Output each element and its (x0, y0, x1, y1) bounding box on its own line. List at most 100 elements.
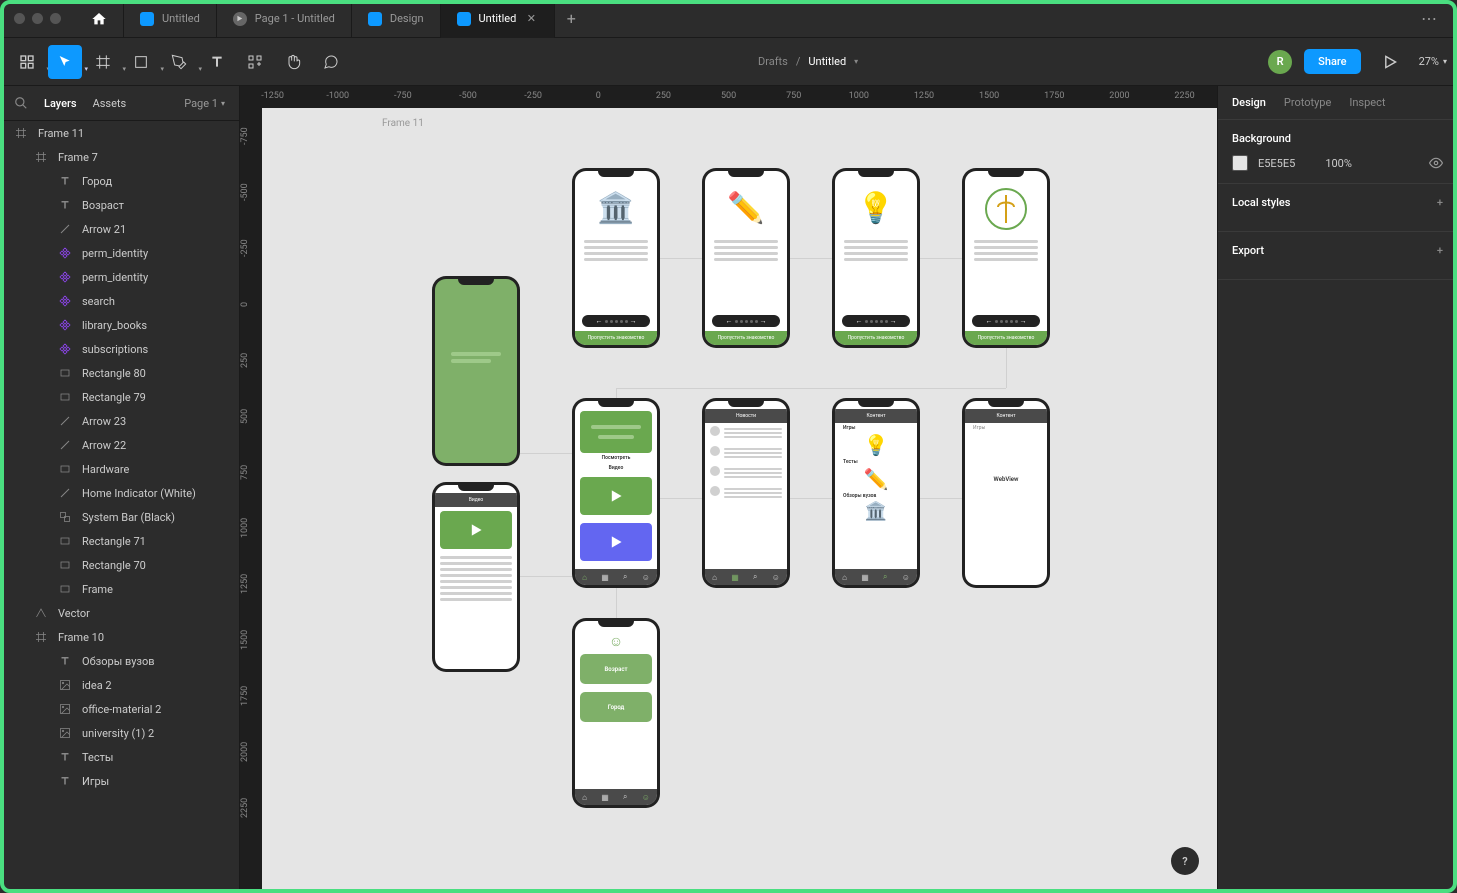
pencil-icon: ✏️ (864, 467, 889, 491)
text-icon (58, 774, 72, 788)
layer-name: Frame (82, 583, 113, 596)
color-hex[interactable]: E5E5E5 (1258, 157, 1295, 170)
layer-row[interactable]: Rectangle 80 (0, 361, 239, 385)
layer-row[interactable]: Rectangle 70 (0, 553, 239, 577)
visibility-icon[interactable] (1429, 156, 1443, 170)
inspect-tab[interactable]: Inspect (1349, 96, 1385, 109)
layer-row[interactable]: subscriptions (0, 337, 239, 361)
layer-row[interactable]: Rectangle 71 (0, 529, 239, 553)
layer-row[interactable]: Город (0, 169, 239, 193)
layers-tab[interactable]: Layers (44, 97, 77, 110)
layer-row[interactable]: Frame (0, 577, 239, 601)
frame-tool[interactable]: ▾ (86, 45, 120, 79)
menu-button[interactable]: ⋯ (1403, 9, 1457, 28)
layer-row[interactable]: Тесты (0, 745, 239, 769)
layer-row[interactable]: Arrow 21 (0, 217, 239, 241)
layer-row[interactable]: office-material 2 (0, 697, 239, 721)
phone-news[interactable]: Новости ⌂▦⌕☺ (702, 398, 790, 588)
plus-icon[interactable]: + (1437, 244, 1443, 257)
layer-row[interactable]: perm_identity (0, 265, 239, 289)
layer-row[interactable]: idea 2 (0, 673, 239, 697)
phone-home[interactable]: Посмотреть Видео ⌂▦⌕☺ (572, 398, 660, 588)
file-tab-2[interactable]: Page 1 - Untitled (217, 0, 352, 38)
layer-name: university (1) 2 (82, 727, 154, 740)
main-menu-button[interactable]: ▾ (10, 45, 44, 79)
move-tool[interactable]: ▾ (48, 45, 82, 79)
layer-row[interactable]: Home Indicator (White) (0, 481, 239, 505)
text-tool[interactable] (200, 45, 234, 79)
shape-tool[interactable]: ▾ (124, 45, 158, 79)
canvas[interactable]: -1250-1000-750-500-250025050075010001250… (240, 86, 1217, 893)
comment-tool[interactable] (314, 45, 348, 79)
line-icon (58, 222, 72, 236)
layer-row[interactable]: Обзоры вузов (0, 649, 239, 673)
file-tab-3[interactable]: Design (352, 0, 441, 38)
phone-onboard-3[interactable]: 💡 ←→ Пропустить знакомство (832, 168, 920, 348)
help-button[interactable]: ? (1171, 847, 1199, 875)
play-icon (580, 477, 652, 515)
bottom-nav: ⌂▦⌕☺ (575, 789, 657, 805)
layer-row[interactable]: Возраст (0, 193, 239, 217)
home-icon (91, 11, 107, 27)
phone-profile[interactable]: ☺ Возраст Город ⌂▦⌕☺ (572, 618, 660, 808)
ruler-horizontal: -1250-1000-750-500-250025050075010001250… (240, 86, 1217, 108)
new-tab-button[interactable]: + (555, 9, 587, 28)
chevron-down-icon[interactable]: ▾ (854, 57, 858, 66)
file-tab-1[interactable]: Untitled (124, 0, 217, 38)
phone-onboard-2[interactable]: ✏️ ←→ Пропустить знакомство (702, 168, 790, 348)
phone-splash[interactable] (432, 276, 520, 466)
phone-onboard-4[interactable]: ←→ Пропустить знакомство (962, 168, 1050, 348)
layer-row[interactable]: System Bar (Black) (0, 505, 239, 529)
comp-icon (58, 246, 72, 260)
phone-video-list[interactable]: Видео (432, 482, 520, 672)
phone-content[interactable]: Контент Игры 💡 Тесты ✏️ Обзоры вузов 🏛️ … (832, 398, 920, 588)
hand-tool[interactable] (276, 45, 310, 79)
layer-row[interactable]: Arrow 23 (0, 409, 239, 433)
zoom-control[interactable]: 27% ▾ (1419, 55, 1447, 68)
color-opacity[interactable]: 100% (1325, 157, 1352, 170)
layer-row[interactable]: Frame 11 (0, 121, 239, 145)
search-icon[interactable] (14, 96, 28, 110)
layer-row[interactable]: Arrow 22 (0, 433, 239, 457)
pen-tool[interactable]: ▾ (162, 45, 196, 79)
prototype-tab[interactable]: Prototype (1284, 96, 1331, 109)
layer-name: Тесты (82, 751, 113, 764)
layer-row[interactable]: Игры (0, 769, 239, 793)
layer-row[interactable]: Hardware (0, 457, 239, 481)
present-button[interactable] (1373, 45, 1407, 79)
home-tab[interactable] (75, 0, 124, 38)
artboard[interactable]: Frame 11 🏛️ ←→ Пропустить знакомство ✏️ … (262, 108, 1217, 893)
layer-name: Home Indicator (White) (82, 487, 196, 500)
page-selector[interactable]: Page 1▾ (184, 97, 225, 110)
share-button[interactable]: Share (1304, 49, 1360, 74)
avatar[interactable]: R (1268, 50, 1292, 74)
layer-row[interactable]: search (0, 289, 239, 313)
comp-icon (58, 318, 72, 332)
close-icon[interactable]: ✕ (524, 12, 538, 26)
layer-row[interactable]: Frame 10 (0, 625, 239, 649)
resources-tool[interactable] (238, 45, 272, 79)
layer-row[interactable]: Vector (0, 601, 239, 625)
layer-row[interactable]: university (1) 2 (0, 721, 239, 745)
vector-icon (34, 606, 48, 620)
layer-name: Frame 10 (58, 631, 104, 644)
frame-label[interactable]: Frame 11 (382, 118, 424, 129)
prototype-icon (233, 12, 247, 26)
breadcrumb-root[interactable]: Drafts (758, 55, 788, 68)
window-controls[interactable] (0, 13, 75, 24)
layer-name: Rectangle 80 (82, 367, 146, 380)
phone-webview[interactable]: Контент Игры WebView (962, 398, 1050, 588)
layer-row[interactable]: library_books (0, 313, 239, 337)
assets-tab[interactable]: Assets (93, 97, 127, 110)
plus-icon[interactable]: + (1437, 196, 1443, 209)
layer-name: Hardware (82, 463, 129, 476)
layer-row[interactable]: Frame 7 (0, 145, 239, 169)
layer-name: Игры (82, 775, 109, 788)
breadcrumb-file[interactable]: Untitled (808, 55, 846, 68)
design-tab[interactable]: Design (1232, 96, 1266, 109)
phone-onboard-1[interactable]: 🏛️ ←→ Пропустить знакомство (572, 168, 660, 348)
layer-row[interactable]: Rectangle 79 (0, 385, 239, 409)
color-swatch[interactable] (1232, 155, 1248, 171)
layer-row[interactable]: perm_identity (0, 241, 239, 265)
file-tab-4[interactable]: Untitled ✕ (441, 0, 556, 38)
